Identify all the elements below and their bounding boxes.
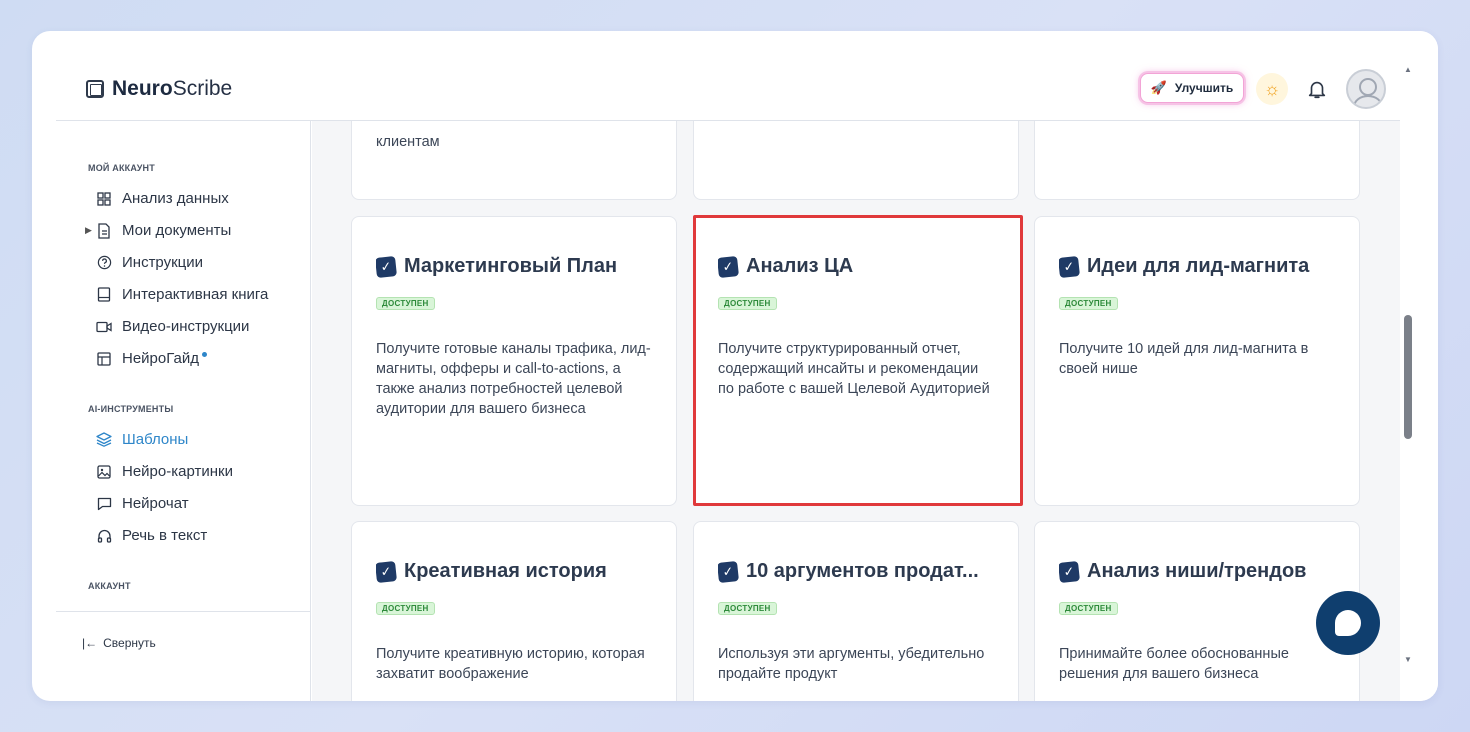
logo-icon bbox=[86, 80, 104, 98]
sidebar-item-neuro-images[interactable]: Нейро-картинки bbox=[96, 463, 233, 480]
template-card[interactable]: клиентам bbox=[351, 121, 677, 200]
card-description: Получите 10 идей для лид-магнита в своей… bbox=[1059, 341, 1309, 377]
card-title: ✓ Креативная история bbox=[376, 560, 666, 583]
video-icon bbox=[96, 319, 112, 335]
rocket-icon: 🚀 bbox=[1150, 80, 1167, 95]
checkbox-icon: ✓ bbox=[718, 255, 739, 278]
checkbox-icon: ✓ bbox=[1059, 560, 1080, 583]
chevron-right-icon[interactable]: ▶ bbox=[85, 225, 92, 236]
grid-icon bbox=[96, 191, 112, 207]
card-description: Используя эти аргументы, убедительно про… bbox=[718, 646, 985, 682]
upgrade-button[interactable]: 🚀 Улучшить bbox=[1140, 73, 1244, 103]
new-indicator-dot bbox=[202, 352, 207, 357]
logo[interactable]: NeuroScribe bbox=[86, 77, 232, 101]
sidebar-item-label: Видео-инструкции bbox=[122, 318, 250, 335]
sidebar-item-label: Мои документы bbox=[122, 222, 232, 239]
checkbox-icon: ✓ bbox=[718, 560, 739, 583]
checkbox-icon: ✓ bbox=[376, 255, 397, 278]
sidebar-item-data-analysis[interactable]: Анализ данных bbox=[96, 190, 229, 207]
scrollbar-thumb[interactable] bbox=[1404, 315, 1412, 439]
headphones-icon bbox=[96, 528, 112, 544]
status-badge: ДОСТУПЕН bbox=[718, 297, 777, 310]
collapse-sidebar-button[interactable]: |← Свернуть bbox=[82, 636, 156, 650]
template-card-niche-trends[interactable]: ✓ Анализ ниши/трендов ДОСТУПЕН Принимайт… bbox=[1034, 521, 1360, 701]
sidebar-item-neuroguide[interactable]: НейроГайд bbox=[96, 350, 207, 367]
card-description: Получите готовые каналы трафика, лид-маг… bbox=[376, 341, 651, 417]
sidebar-divider bbox=[56, 611, 311, 612]
template-card-sales-arguments[interactable]: ✓ 10 аргументов продат... ДОСТУПЕН Испол… bbox=[693, 521, 1019, 701]
sidebar-item-interactive-book[interactable]: Интерактивная книга bbox=[96, 286, 268, 303]
sidebar-item-label: Интерактивная книга bbox=[122, 286, 269, 303]
sidebar-item-neurochat[interactable]: Нейрочат bbox=[96, 495, 189, 512]
support-chat-button[interactable] bbox=[1316, 591, 1380, 655]
collapse-arrow-icon: |← bbox=[82, 636, 98, 650]
card-description: Принимайте более обоснованные решения дл… bbox=[1059, 646, 1289, 682]
document-icon bbox=[96, 222, 112, 239]
sidebar-item-label: Инструкции bbox=[122, 254, 204, 271]
notification-bell-icon[interactable] bbox=[1306, 77, 1328, 101]
sidebar-item-label: Нейрочат bbox=[122, 495, 189, 512]
status-badge: ДОСТУПЕН bbox=[376, 602, 435, 615]
chat-icon bbox=[96, 496, 112, 512]
sidebar-item-video-instructions[interactable]: Видео-инструкции bbox=[96, 318, 249, 335]
section-label-my-account: МОЙ АККАУНТ bbox=[88, 163, 155, 173]
card-description: Получите структурированный отчет, содерж… bbox=[718, 341, 990, 397]
sidebar-item-speech-to-text[interactable]: Речь в текст bbox=[96, 527, 207, 544]
logo-text: NeuroScribe bbox=[112, 77, 233, 100]
templates-grid: клиентам ✓ Маркетинговый План ДОСТУПЕН П… bbox=[312, 121, 1400, 701]
template-card-lead-magnet-ideas[interactable]: ✓ Идеи для лид-магнита ДОСТУПЕН Получите… bbox=[1034, 216, 1360, 506]
template-card[interactable] bbox=[1034, 121, 1360, 200]
image-icon bbox=[96, 464, 112, 480]
sidebar-item-label: Речь в текст bbox=[122, 527, 208, 544]
section-label-account: АККАУНТ bbox=[88, 581, 131, 591]
sidebar-item-my-documents[interactable]: ▶ Мои документы bbox=[85, 222, 232, 239]
template-card-audience-analysis[interactable]: ✓ Анализ ЦА ДОСТУПЕН Получите структурир… bbox=[693, 215, 1023, 506]
card-title: ✓ 10 аргументов продат... bbox=[718, 560, 1008, 583]
sidebar-item-instructions[interactable]: Инструкции bbox=[96, 254, 203, 271]
card-title: ✓ Анализ ниши/трендов bbox=[1059, 560, 1349, 583]
card-title: ✓ Идеи для лид-магнита bbox=[1059, 255, 1349, 278]
sidebar: МОЙ АККАУНТ Анализ данных ▶ Мои документ… bbox=[56, 121, 311, 701]
scroll-up-arrow-icon[interactable]: ▲ bbox=[1404, 65, 1412, 74]
user-avatar[interactable] bbox=[1346, 69, 1386, 109]
upgrade-label: Улучшить bbox=[1174, 81, 1234, 95]
section-label-ai-tools: AI-ИНСТРУМЕНТЫ bbox=[88, 404, 174, 414]
template-card[interactable] bbox=[693, 121, 1019, 200]
template-card-marketing-plan[interactable]: ✓ Маркетинговый План ДОСТУПЕН Получите г… bbox=[351, 216, 677, 506]
sidebar-item-label: Нейро-картинки bbox=[122, 463, 233, 480]
checkbox-icon: ✓ bbox=[1059, 255, 1080, 278]
collapse-label: Свернуть bbox=[103, 636, 156, 650]
status-badge: ДОСТУПЕН bbox=[376, 297, 435, 310]
checkbox-icon: ✓ bbox=[376, 560, 397, 583]
chat-bubble-icon bbox=[1335, 610, 1361, 636]
sidebar-item-label: Шаблоны bbox=[122, 431, 189, 448]
sidebar-item-label: Анализ данных bbox=[122, 190, 229, 207]
card-description: Получите креативную историю, которая зах… bbox=[376, 646, 645, 682]
card-description: клиентам bbox=[376, 134, 440, 150]
status-badge: ДОСТУПЕН bbox=[718, 602, 777, 615]
top-header: NeuroScribe 🚀 Улучшить ☼ bbox=[56, 31, 1400, 121]
status-badge: ДОСТУПЕН bbox=[1059, 297, 1118, 310]
table-icon bbox=[96, 351, 112, 367]
app-window: NeuroScribe 🚀 Улучшить ☼ МОЙ АККАУНТ Ана… bbox=[32, 31, 1438, 701]
help-circle-icon bbox=[96, 255, 112, 271]
scroll-down-arrow-icon[interactable]: ▼ bbox=[1404, 655, 1412, 664]
card-title: ✓ Анализ ЦА bbox=[718, 255, 1008, 278]
layers-icon bbox=[96, 432, 112, 448]
theme-toggle-sun-icon[interactable]: ☼ bbox=[1256, 73, 1288, 105]
template-card-creative-story[interactable]: ✓ Креативная история ДОСТУПЕН Получите к… bbox=[351, 521, 677, 701]
card-title: ✓ Маркетинговый План bbox=[376, 255, 666, 278]
sidebar-item-label: НейроГайд bbox=[122, 350, 207, 367]
book-icon bbox=[96, 287, 112, 303]
sidebar-item-templates[interactable]: Шаблоны bbox=[96, 431, 188, 448]
status-badge: ДОСТУПЕН bbox=[1059, 602, 1118, 615]
